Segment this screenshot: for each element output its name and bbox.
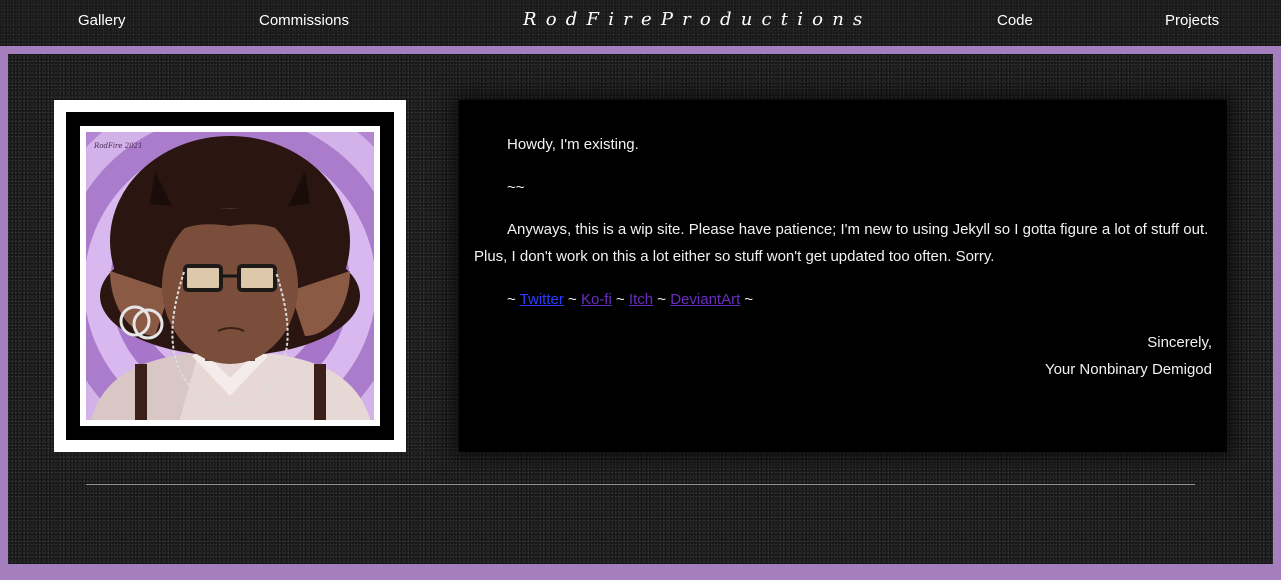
avatar-illustration: RodFire 2021 — [80, 126, 380, 426]
main-content-area: RodFire 2021 Howdy, I'm existing. ~~ Any… — [8, 54, 1273, 564]
intro-body: Anyways, this is a wip site. Please have… — [474, 221, 1209, 265]
signature-text: Your Nonbinary Demigod — [1044, 361, 1212, 378]
section-divider — [86, 484, 1195, 485]
deviantart-link[interactable]: DeviantArt — [670, 291, 740, 308]
link-separator: ~ — [615, 291, 625, 308]
intro-panel: Howdy, I'm existing. ~~ Anyways, this is… — [459, 100, 1227, 452]
avatar-frame: RodFire 2021 — [54, 100, 406, 452]
intro-separator-paragraph: ~~ — [474, 174, 1214, 201]
kofi-link[interactable]: Ko-fi — [581, 291, 612, 308]
closing-text: Sincerely, — [1147, 334, 1212, 351]
nav-code-link[interactable]: Code — [997, 12, 1033, 29]
link-separator: ~ — [744, 291, 754, 308]
link-separator: ~ — [657, 291, 667, 308]
intro-greeting: Howdy, I'm existing. — [507, 136, 639, 153]
nav-gallery-link[interactable]: Gallery — [78, 12, 126, 29]
intro-body-paragraph: Anyways, this is a wip site. Please have… — [474, 216, 1214, 270]
sign-off-block: Sincerely, Your Nonbinary Demigod — [1045, 329, 1212, 383]
social-links-line: ~ Twitter ~ Ko-fi ~ Itch ~ DeviantArt ~ — [474, 286, 1214, 313]
artist-signature: RodFire 2021 — [93, 142, 143, 150]
site-brand-title[interactable]: RodFireProductions — [523, 9, 871, 30]
avatar-portrait-image: RodFire 2021 — [80, 126, 380, 426]
twitter-link[interactable]: Twitter — [520, 291, 564, 308]
link-separator: ~ — [507, 291, 516, 308]
intro-separator: ~~ — [507, 179, 525, 196]
itch-link[interactable]: Itch — [629, 291, 653, 308]
nav-commissions-link[interactable]: Commissions — [259, 12, 349, 29]
link-separator: ~ — [568, 291, 577, 308]
intro-greeting-paragraph: Howdy, I'm existing. — [474, 131, 1214, 158]
top-navigation-bar: Gallery Commissions RodFireProductions C… — [0, 0, 1281, 46]
avatar-border: RodFire 2021 — [66, 112, 394, 440]
nav-projects-link[interactable]: Projects — [1165, 12, 1219, 29]
